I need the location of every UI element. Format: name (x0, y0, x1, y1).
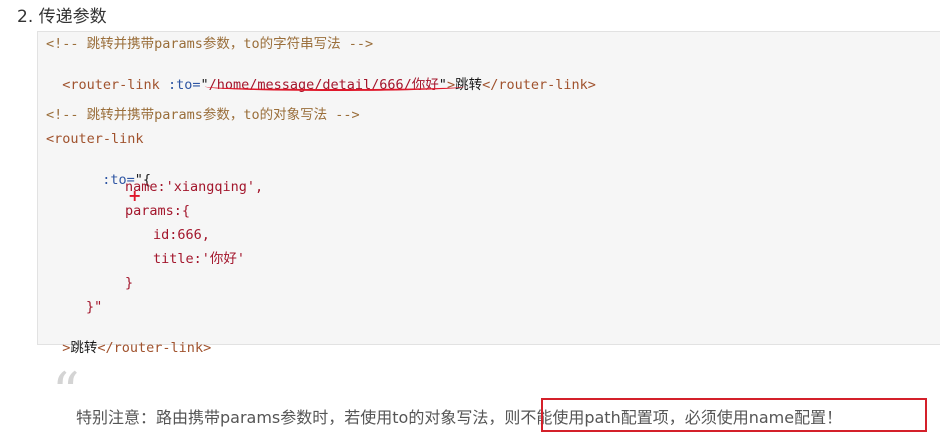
red-underline-annotation (205, 82, 465, 91)
code-final-close: </router-link> (97, 340, 212, 356)
code-tag-close: </router-link> (482, 77, 596, 93)
red-box-annotation (541, 398, 927, 432)
section-heading: 2. 传递参数 (17, 7, 107, 27)
code-line-name: name:'xiangqing', (125, 179, 264, 195)
code-line-params: params:{ (125, 203, 191, 219)
code-line-params-close: } (125, 275, 134, 291)
code-tag-open-object: <router-link (46, 131, 144, 147)
code-comment-string-form: <!-- 跳转并携带params参数，to的字符串写法 --> (46, 36, 374, 52)
code-tag-open: <router-link (62, 77, 160, 93)
code-final-text: 跳转 (70, 340, 98, 356)
cursor-crosshair-icon: + (128, 186, 142, 205)
code-line-object-close: }" (86, 299, 103, 315)
note-prefix: 特别注意：路由携带params参数时，若使用to的对象写法， (76, 408, 505, 427)
code-line-final: >跳转</router-link> (46, 323, 211, 357)
code-line-title: title:'你好' (153, 251, 246, 267)
code-attr-to: :to= (159, 77, 201, 93)
code-line-id: id:666, (153, 227, 210, 243)
code-comment-object-form: <!-- 跳转并携带params参数，to的对象写法 --> (46, 107, 360, 123)
